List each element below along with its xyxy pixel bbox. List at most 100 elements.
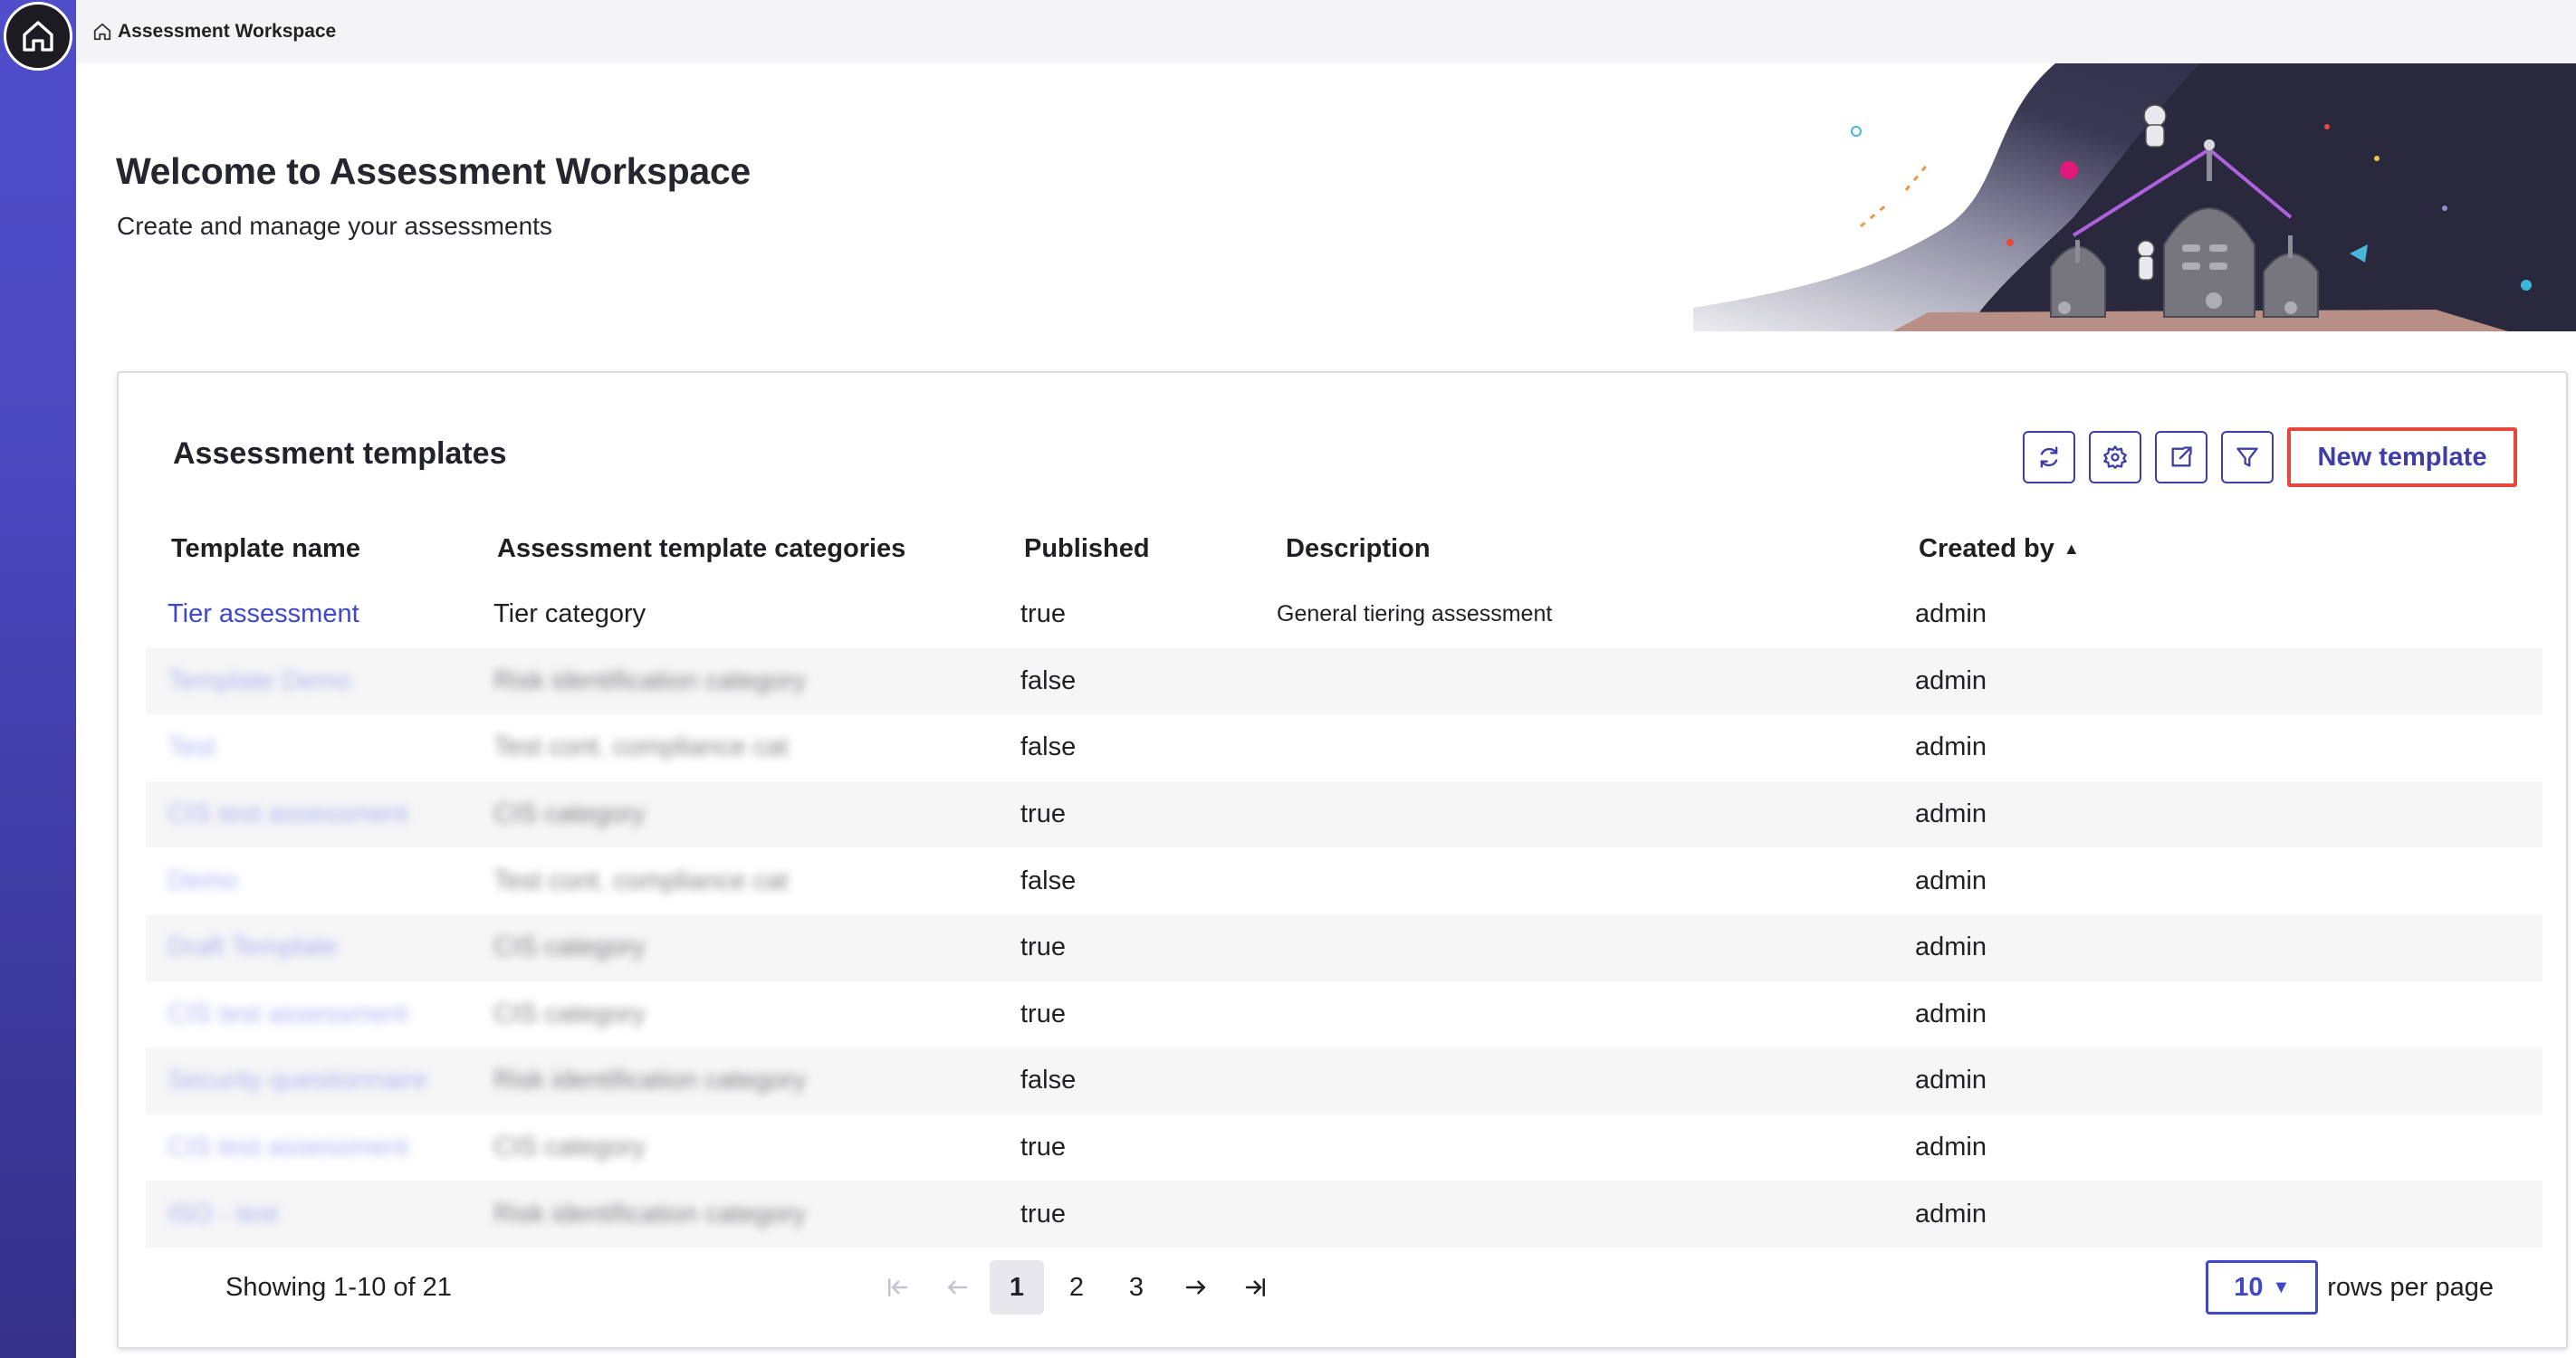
showing-count: Showing 1-10 of 21 [225, 1273, 452, 1302]
created-by-value: admin [1915, 865, 1987, 895]
table-body: Tier assessment Tier category true Gener… [146, 581, 2542, 1248]
rows-per-page-value: 10 [2234, 1272, 2264, 1302]
column-header-published[interactable]: Published [1001, 534, 1264, 564]
template-category: CIS category [493, 932, 646, 962]
first-page-button[interactable] [870, 1260, 924, 1315]
published-value: false [1020, 1066, 1077, 1095]
template-category: CIS category [493, 1133, 646, 1162]
table-row: Demo Test cont. compliance cat false adm… [146, 847, 2542, 914]
published-value: false [1020, 665, 1077, 695]
template-category: Test cont. compliance cat [493, 865, 789, 895]
created-by-value: admin [1915, 1133, 1987, 1162]
refresh-button[interactable] [2023, 431, 2075, 483]
created-by-value: admin [1915, 732, 1987, 762]
page-title: Welcome to Assessment Workspace [116, 150, 751, 192]
template-category: Test cont. compliance cat [493, 732, 789, 762]
column-header-template-name[interactable]: Template name [146, 534, 475, 564]
table-row: Draft Template CIS category true admin [146, 913, 2542, 981]
created-by-value: admin [1915, 999, 1987, 1028]
published-value: false [1020, 865, 1077, 895]
rows-per-page-select[interactable]: 10 ▼ [2206, 1260, 2319, 1315]
template-name-link[interactable]: Demo [146, 866, 475, 896]
table-row: Security questionnaire Risk identificati… [146, 1047, 2542, 1114]
created-by-value: admin [1915, 1066, 1987, 1095]
table-header: Template name Assessment template catego… [146, 516, 2542, 581]
templates-card: Assessment templates New template Templa… [117, 371, 2568, 1349]
template-name-link[interactable]: CIS test assessment [146, 1133, 475, 1162]
new-template-button[interactable]: New template [2287, 427, 2517, 487]
template-name-link[interactable]: CIS test assessment [146, 799, 475, 829]
arrow-left-icon [947, 1280, 968, 1295]
template-category: Risk identification category [493, 1066, 806, 1095]
arrow-right-icon [1185, 1280, 1206, 1295]
left-rail [0, 0, 76, 1358]
breadcrumb-label[interactable]: Assessment Workspace [118, 21, 336, 43]
table-row: CIS test assessment CIS category true ad… [146, 981, 2542, 1048]
table-row: Test Test cont. compliance cat false adm… [146, 714, 2542, 781]
template-name-link[interactable]: Security questionnaire [146, 1066, 475, 1095]
description-value: General tiering assessment [1277, 601, 1553, 627]
sort-ascending-icon: ▲ [2063, 539, 2080, 558]
created-by-value: admin [1915, 599, 1987, 629]
templates-table: Template name Assessment template catego… [146, 516, 2542, 1248]
space-illustration [1693, 63, 2576, 331]
page-subtitle: Create and manage your assessments [117, 212, 552, 240]
published-value: true [1020, 999, 1066, 1028]
page-1-button[interactable]: 1 [990, 1260, 1044, 1315]
template-name-link[interactable]: Test [146, 732, 475, 762]
page-2-button[interactable]: 2 [1049, 1260, 1104, 1315]
table-row: CIS test assessment CIS category true ad… [146, 780, 2542, 848]
filter-icon [2236, 447, 2258, 467]
template-category: Tier category [493, 599, 646, 629]
home-button[interactable] [4, 2, 72, 71]
gear-icon [2103, 445, 2127, 469]
table-row: Template Demo Risk identification catego… [146, 647, 2542, 715]
table-footer: Showing 1-10 of 21 1 2 3 10 ▼ rows per p… [146, 1251, 2539, 1324]
column-header-categories[interactable]: Assessment template categories [475, 534, 1001, 564]
template-name-link[interactable]: CIS test assessment [146, 999, 475, 1029]
last-page-icon [1245, 1278, 1265, 1296]
breadcrumb: Assessment Workspace [76, 0, 2576, 63]
home-icon[interactable] [92, 22, 112, 42]
published-value: true [1020, 799, 1066, 829]
published-value: true [1020, 1199, 1066, 1229]
export-icon [2171, 446, 2192, 467]
home-icon [23, 21, 53, 52]
hero-banner: Welcome to Assessment Workspace Create a… [76, 63, 2576, 331]
template-category: Risk identification category [493, 665, 806, 695]
column-header-created-by[interactable]: Created by ▲ [1893, 534, 2542, 564]
template-category: CIS category [493, 999, 646, 1028]
table-row: Tier assessment Tier category true Gener… [146, 581, 2542, 648]
table-row: CIS test assessment CIS category true ad… [146, 1114, 2542, 1181]
refresh-icon [2040, 446, 2058, 468]
caret-down-icon: ▼ [2272, 1277, 2291, 1297]
column-header-description[interactable]: Description [1264, 534, 1893, 564]
next-page-button[interactable] [1169, 1260, 1223, 1315]
created-by-value: admin [1915, 665, 1987, 695]
rows-per-page-label: rows per page [2327, 1272, 2494, 1302]
filter-button[interactable] [2221, 431, 2274, 483]
export-button[interactable] [2155, 431, 2207, 483]
template-name-link[interactable]: Draft Template [146, 932, 475, 962]
rows-per-page: 10 ▼ rows per page [2206, 1260, 2494, 1315]
template-name-link[interactable]: Template Demo [146, 666, 475, 696]
card-toolbar: New template [2023, 427, 2517, 487]
published-value: true [1020, 932, 1066, 962]
pagination: 1 2 3 [870, 1260, 1288, 1315]
published-value: true [1020, 1133, 1066, 1162]
column-header-created-by-label: Created by [1919, 533, 2054, 563]
created-by-value: admin [1915, 932, 1987, 962]
card-title: Assessment templates [173, 436, 507, 471]
created-by-value: admin [1915, 799, 1987, 829]
first-page-icon [888, 1278, 908, 1296]
template-category: Risk identification category [493, 1199, 806, 1229]
page-3-button[interactable]: 3 [1109, 1260, 1164, 1315]
template-name-link[interactable]: ISO - test [146, 1200, 475, 1229]
template-name-link[interactable]: Tier assessment [146, 599, 475, 629]
settings-button[interactable] [2089, 431, 2141, 483]
previous-page-button[interactable] [930, 1260, 984, 1315]
table-row: ISO - test Risk identification category … [146, 1181, 2542, 1248]
last-page-button[interactable] [1229, 1260, 1283, 1315]
template-category: CIS category [493, 799, 646, 829]
published-value: false [1020, 732, 1077, 762]
